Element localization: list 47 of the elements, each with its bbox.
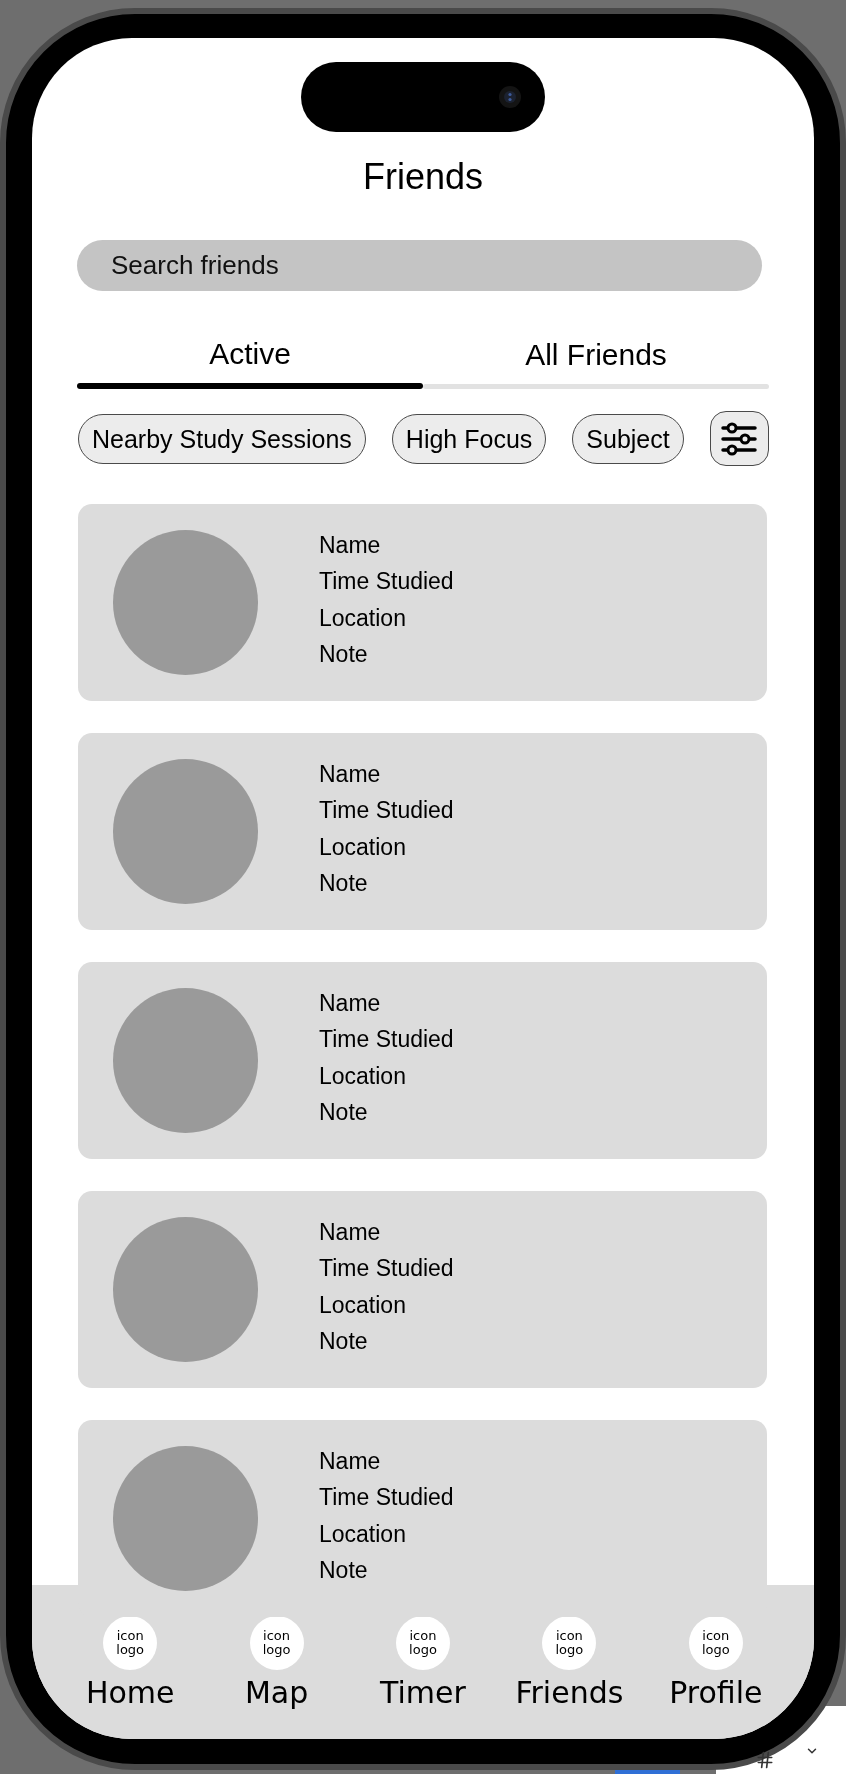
friend-location: Location (319, 1290, 406, 1320)
friend-card[interactable]: Name Time Studied Location Note (78, 962, 767, 1159)
search-field[interactable]: Search friends (77, 240, 762, 291)
nav-tab[interactable]: icon logo Friends (496, 1616, 643, 1739)
friend-card[interactable]: Name Time Studied Location Note (78, 733, 767, 930)
time-studied: Time Studied (319, 1025, 454, 1054)
time-studied: Time Studied (319, 1483, 454, 1512)
tab[interactable]: All Friends (423, 338, 769, 389)
friend-name: Name (319, 1446, 381, 1476)
friend-name: Name (319, 530, 381, 560)
nav-tab[interactable]: icon logo Map (203, 1616, 350, 1739)
friend-note: Note (319, 1098, 368, 1127)
friend-note: Note (319, 640, 368, 669)
friend-card[interactable]: Name Time Studied Location Note (78, 1191, 767, 1388)
nav-tab[interactable]: icon logo Profile (642, 1616, 789, 1739)
friend-location: Location (319, 832, 406, 862)
icon-logo-placeholder: icon logo (103, 1616, 158, 1670)
friend-card[interactable]: Name Time Studied Location Note (78, 1420, 767, 1617)
time-studied: Time Studied (319, 567, 454, 596)
friend-name: Name (319, 988, 381, 1018)
friend-note: Note (319, 1556, 368, 1585)
filter-settings-button[interactable] (709, 411, 769, 466)
friend-location: Location (319, 603, 406, 633)
camera-lens-icon (499, 86, 521, 108)
filter-chip[interactable]: Nearby Study Sessions (78, 413, 366, 464)
icon-logo-placeholder: icon logo (542, 1616, 597, 1670)
friend-location: Location (319, 1061, 406, 1091)
icon-logo-placeholder: icon logo (249, 1616, 304, 1670)
friend-note: Note (319, 869, 368, 898)
page-title: Friends (361, 157, 484, 197)
filter-chip[interactable]: High Focus (391, 413, 547, 464)
sliders-icon (721, 421, 758, 456)
friend-name: Name (319, 1217, 381, 1247)
friend-name: Name (319, 759, 381, 789)
friend-note: Note (319, 1327, 368, 1356)
friend-location: Location (319, 1519, 406, 1549)
highlight-bar (615, 1770, 680, 1774)
icon-logo-placeholder: icon logo (688, 1616, 743, 1670)
filter-chip[interactable]: Subject (572, 413, 684, 464)
nav-tab[interactable]: icon logo Timer (349, 1616, 497, 1739)
icon-logo-placeholder: icon logo (396, 1616, 450, 1670)
time-studied: Time Studied (319, 1254, 454, 1283)
nav-tab[interactable]: icon logo Home (57, 1616, 204, 1739)
time-studied: Time Studied (319, 796, 454, 825)
tab[interactable]: Active (77, 337, 423, 389)
hash-icon (755, 1750, 775, 1770)
friend-card[interactable]: Name Time Studied Location Note (78, 504, 767, 701)
